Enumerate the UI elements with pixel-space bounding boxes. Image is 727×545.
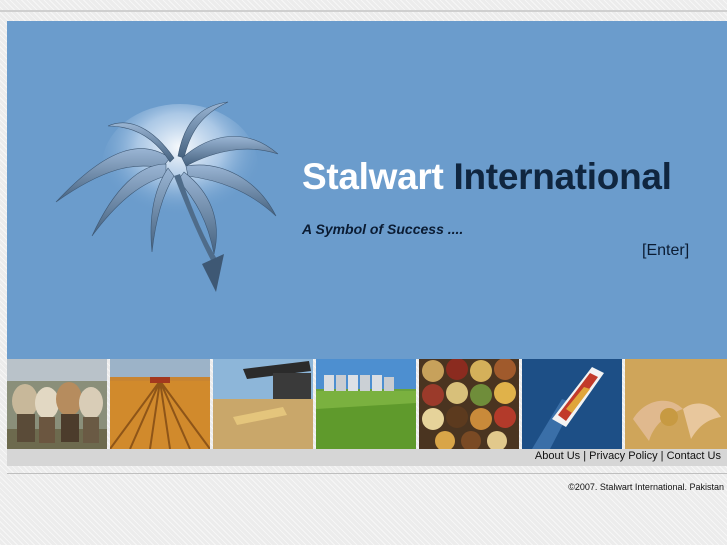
footer-links: About Us | Privacy Policy | Contact Us — [535, 450, 721, 462]
site-title: Stalwart International — [302, 156, 672, 198]
palm-tree-logo — [55, 101, 279, 292]
footer-bar: About Us | Privacy Policy | Contact Us — [7, 449, 727, 466]
footer-separator: | — [580, 450, 590, 462]
footer-divider — [7, 473, 727, 474]
footer-separator: | — [657, 450, 667, 462]
photo-strip — [7, 359, 727, 449]
tagline: A Symbol of Success .... — [302, 221, 464, 237]
photo-pulses-and-spices — [419, 359, 519, 449]
photo-combine-harvester — [213, 359, 313, 449]
enter-link[interactable]: [Enter] — [642, 242, 689, 260]
title-part-international: International — [453, 156, 672, 197]
photo-cattle — [7, 359, 107, 449]
photo-grain-in-hands — [625, 359, 727, 449]
title-part-stalwart: Stalwart — [302, 156, 444, 197]
copyright-text: ©2007. Stalwart International. Pakistan — [568, 482, 724, 492]
photo-grain-silos — [316, 359, 416, 449]
about-us-link[interactable]: About Us — [535, 450, 580, 462]
contact-us-link[interactable]: Contact Us — [667, 450, 721, 462]
photo-cargo-ship — [522, 359, 622, 449]
photo-wheat-field — [110, 359, 210, 449]
top-divider — [0, 10, 727, 12]
privacy-policy-link[interactable]: Privacy Policy — [589, 450, 657, 462]
